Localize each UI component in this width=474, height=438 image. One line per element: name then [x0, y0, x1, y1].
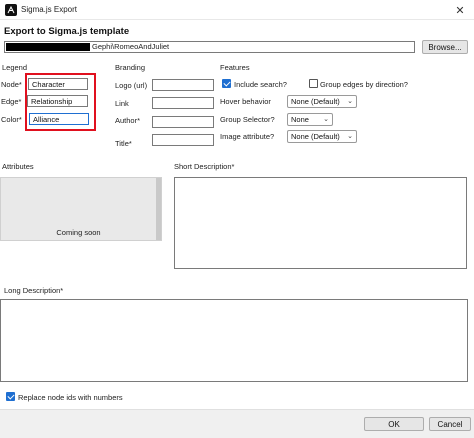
- hover-behavior-value: None (Default): [291, 97, 340, 106]
- dialog-heading: Export to Sigma.js template: [4, 26, 130, 37]
- replace-ids-label: Replace node ids with numbers: [18, 393, 123, 402]
- close-icon[interactable]: ✕: [446, 0, 474, 20]
- long-description-textarea[interactable]: [0, 299, 468, 382]
- group-edges-label: Group edges by direction?: [320, 80, 408, 89]
- node-label: Node*: [1, 80, 22, 89]
- hover-behavior-select[interactable]: None (Default) ⌄: [287, 95, 357, 108]
- group-selector-label: Group Selector?: [220, 115, 275, 124]
- short-description-heading: Short Description*: [174, 162, 235, 171]
- export-path-input[interactable]: Gephi\RomeoAndJuliet: [4, 41, 415, 53]
- author-label: Author*: [115, 116, 141, 125]
- logo-url-label: Logo (url): [115, 81, 148, 90]
- author-input[interactable]: [152, 116, 214, 128]
- chevron-down-icon: ⌄: [347, 98, 353, 105]
- include-search-checkbox[interactable]: [222, 79, 231, 88]
- window-titlebar: Sigma.js Export ✕: [0, 0, 474, 20]
- image-attribute-select[interactable]: None (Default) ⌄: [287, 130, 357, 143]
- legend-heading: Legend: [2, 63, 28, 72]
- attributes-scrollbar[interactable]: [156, 178, 161, 240]
- highlight-annotation-box: [25, 73, 96, 131]
- link-label: Link: [115, 99, 129, 108]
- chevron-down-icon: ⌄: [323, 116, 329, 123]
- image-attribute-value: None (Default): [291, 132, 340, 141]
- coming-soon-text: Coming soon: [56, 228, 101, 237]
- hover-behavior-label: Hover behavior: [220, 97, 271, 106]
- logo-url-input[interactable]: [152, 79, 214, 91]
- color-label: Color*: [1, 115, 22, 124]
- group-selector-select[interactable]: None ⌄: [287, 113, 333, 126]
- features-heading: Features: [220, 63, 250, 72]
- cancel-button[interactable]: Cancel: [429, 417, 471, 431]
- ok-button[interactable]: OK: [364, 417, 424, 431]
- gephi-app-icon: [5, 4, 17, 16]
- export-path-value: Gephi\RomeoAndJuliet: [92, 42, 170, 51]
- attributes-panel[interactable]: Coming soon: [0, 177, 162, 241]
- browse-button[interactable]: Browse...: [422, 40, 468, 54]
- window-title: Sigma.js Export: [21, 5, 78, 14]
- attributes-heading: Attributes: [2, 162, 34, 171]
- title-label: Title*: [115, 139, 132, 148]
- redacted-path-segment: [6, 43, 90, 51]
- replace-ids-checkbox[interactable]: [6, 392, 15, 401]
- edge-label: Edge*: [1, 97, 22, 106]
- image-attribute-label: Image attribute?: [220, 132, 275, 141]
- short-description-textarea[interactable]: [174, 177, 467, 269]
- group-selector-value: None: [291, 115, 309, 124]
- group-edges-checkbox[interactable]: [309, 79, 318, 88]
- chevron-down-icon: ⌄: [347, 133, 353, 140]
- long-description-heading: Long Description*: [4, 286, 64, 295]
- branding-heading: Branding: [115, 63, 146, 72]
- include-search-label: Include search?: [234, 80, 287, 89]
- link-input[interactable]: [152, 97, 214, 109]
- title-input[interactable]: [152, 134, 214, 146]
